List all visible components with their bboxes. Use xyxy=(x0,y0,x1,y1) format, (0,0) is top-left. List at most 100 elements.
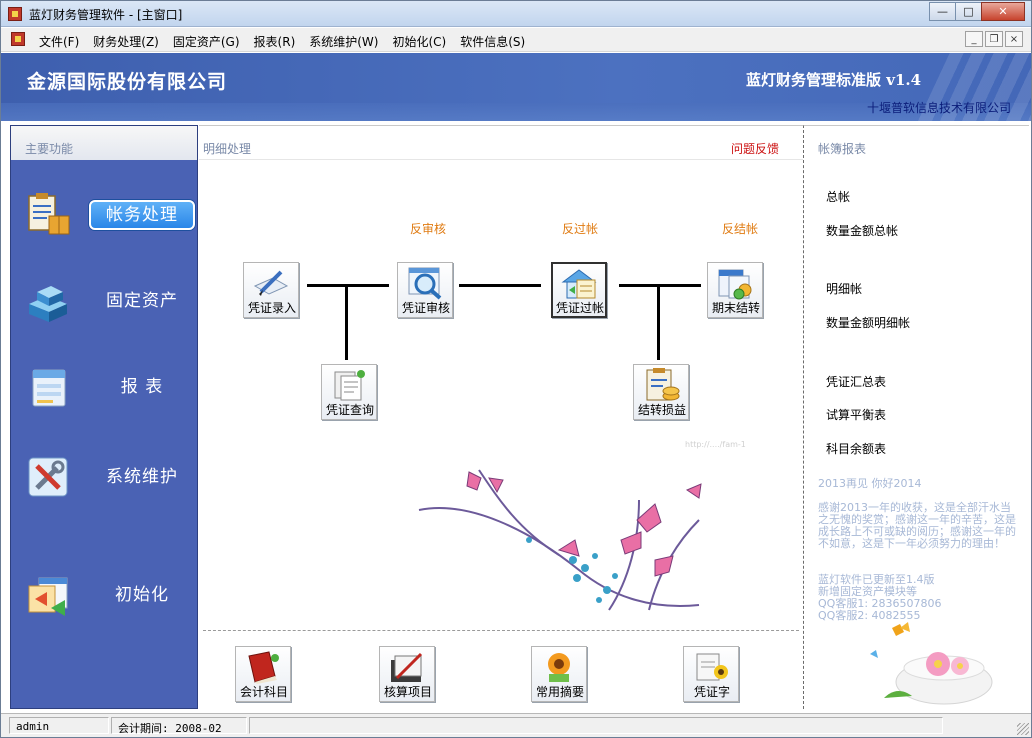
voucher-word-label: 凭证字 xyxy=(677,683,747,700)
link-detail-ledger[interactable]: 明细帐 xyxy=(826,280,862,297)
reverse-audit-link[interactable]: 反审核 xyxy=(410,220,446,237)
flow-connector xyxy=(657,284,660,360)
voucher-audit-label: 凭证审核 xyxy=(391,299,461,316)
pen-paper-icon xyxy=(251,266,291,300)
flow-connector xyxy=(619,284,701,287)
nav-init[interactable]: 初始化 xyxy=(11,566,197,626)
reverse-post-link[interactable]: 反过帐 xyxy=(562,220,598,237)
menu-about[interactable]: 软件信息(S) xyxy=(460,33,525,50)
period-close-label: 期末结转 xyxy=(701,299,771,316)
nav-fixed-assets-label: 固定资产 xyxy=(89,286,195,316)
voucher-entry-label: 凭证录入 xyxy=(237,299,307,316)
pen-folder-icon xyxy=(387,650,427,684)
profit-transfer-button[interactable]: 结转损益 xyxy=(633,364,691,422)
menu-reports[interactable]: 报表(R) xyxy=(254,33,296,50)
mdi-minimize-button[interactable]: _ xyxy=(965,31,983,47)
main-functions-panel: 主要功能 帐务处理 固定资产 xyxy=(10,125,198,709)
accounting-items-button[interactable]: 核算项目 xyxy=(379,646,437,704)
voucher-entry-button[interactable]: 凭证录入 xyxy=(243,262,301,320)
common-summary-label: 常用摘要 xyxy=(525,683,595,700)
nav-accounting-label: 帐务处理 xyxy=(89,200,195,230)
menu-finance[interactable]: 财务处理(Z) xyxy=(93,33,159,50)
nav-accounting[interactable]: 帐务处理 xyxy=(11,186,197,246)
status-user: admin xyxy=(9,717,109,734)
banner: 金源国际股份有限公司 蓝灯财务管理标准版 v1.4 十堰普软信息技术有限公司 xyxy=(1,53,1031,121)
link-voucher-summary[interactable]: 凭证汇总表 xyxy=(826,373,886,390)
reverse-close-link[interactable]: 反结帐 xyxy=(722,220,758,237)
menu-fixed-assets[interactable]: 固定资产(G) xyxy=(173,33,240,50)
detail-processing-panel: 明细处理 问题反馈 反审核 反过帐 反结帐 凭证录入 xyxy=(199,125,803,709)
title-bar[interactable]: 蓝灯财务管理软件 - [主窗口] — □ ✕ xyxy=(1,1,1031,27)
nav-fixed-assets[interactable]: 固定资产 xyxy=(11,272,197,332)
voucher-word-button[interactable]: 凭证字 xyxy=(683,646,741,704)
section-divider xyxy=(203,630,799,631)
nav-reports-label: 报 表 xyxy=(89,372,195,402)
common-summary-button[interactable]: 常用摘要 xyxy=(531,646,589,704)
watermark-text: http://..../fam-1 xyxy=(685,440,746,449)
period-close-button[interactable]: 期末结转 xyxy=(707,262,765,320)
menu-system[interactable]: 系统维护(W) xyxy=(309,33,378,50)
close-button[interactable]: ✕ xyxy=(981,2,1025,21)
status-bar: admin 会计期间: 2008-02 xyxy=(1,713,1031,737)
detail-heading-bar: 明细处理 问题反馈 xyxy=(199,126,803,160)
clipboard-coins-icon xyxy=(641,368,681,402)
flower-cup-decoration xyxy=(864,622,1014,708)
flow-connector xyxy=(345,284,348,360)
ledger-reports-panel: 帐簿报表 总帐 数量金额总帐 明细帐 数量金额明细帐 凭证汇总表 试算平衡表 科… xyxy=(803,125,1029,709)
voucher-post-button[interactable]: 凭证过帐 xyxy=(551,262,609,320)
sunflower-icon xyxy=(539,650,579,684)
vendor-name: 十堰普软信息技术有限公司 xyxy=(867,99,1011,116)
account-subjects-label: 会计科目 xyxy=(229,683,299,700)
news-title: 2013再见 你好2014 xyxy=(818,478,1018,490)
mdi-controls: _ ❐ × xyxy=(963,31,1023,47)
resize-grip[interactable] xyxy=(1017,723,1029,735)
link-qty-amount-general-ledger[interactable]: 数量金额总帐 xyxy=(826,222,898,239)
memo-flower-icon xyxy=(691,650,731,684)
flow-connector xyxy=(459,284,541,287)
tools-icon xyxy=(25,454,71,500)
red-book-icon xyxy=(243,650,283,684)
main-functions-heading: 主要功能 xyxy=(11,126,197,160)
nav-system-label: 系统维护 xyxy=(89,462,195,492)
window-title: 蓝灯财务管理软件 - [主窗口] xyxy=(29,6,182,23)
documents-icon xyxy=(329,368,369,402)
minimize-button[interactable]: — xyxy=(929,2,956,21)
status-message xyxy=(249,717,943,734)
app-icon xyxy=(8,7,22,21)
menu-init[interactable]: 初始化(C) xyxy=(392,33,446,50)
account-subjects-button[interactable]: 会计科目 xyxy=(235,646,293,704)
mdi-app-icon[interactable] xyxy=(11,32,25,46)
nav-init-label: 初始化 xyxy=(89,580,195,610)
ledger-reports-heading: 帐簿报表 xyxy=(818,140,866,157)
mdi-close-button[interactable]: × xyxy=(1005,31,1023,47)
news-qq2: QQ客服2: 4082555 xyxy=(818,610,1018,622)
status-period: 会计期间: 2008-02 xyxy=(111,717,247,734)
profit-transfer-label: 结转损益 xyxy=(627,401,697,418)
link-general-ledger[interactable]: 总帐 xyxy=(826,188,850,205)
menu-items: 文件(F) 财务处理(Z) 固定资产(G) 报表(R) 系统维护(W) 初始化(… xyxy=(39,33,539,50)
link-account-balance[interactable]: 科目余额表 xyxy=(826,440,886,457)
voucher-query-label: 凭证查询 xyxy=(315,401,385,418)
link-qty-amount-detail-ledger[interactable]: 数量金额明细帐 xyxy=(826,314,910,331)
link-trial-balance[interactable]: 试算平衡表 xyxy=(826,406,886,423)
feedback-link[interactable]: 问题反馈 xyxy=(731,140,779,157)
magnifier-icon xyxy=(405,266,445,300)
house-ledger-icon xyxy=(559,266,599,300)
window-controls: — □ ✕ xyxy=(930,2,1025,21)
news-body: 感谢2013一年的收获，这是全部汗水当之无愧的奖赏；感谢这一年的辛苦，这是成长路… xyxy=(818,502,1018,550)
flow-connector xyxy=(307,284,389,287)
voucher-post-label: 凭证过帐 xyxy=(545,299,615,316)
nav-reports[interactable]: 报 表 xyxy=(11,358,197,418)
main-window: 蓝灯财务管理软件 - [主窗口] — □ ✕ 文件(F) 财务处理(Z) 固定资… xyxy=(0,0,1032,738)
voucher-query-button[interactable]: 凭证查询 xyxy=(321,364,379,422)
report-icon xyxy=(25,364,71,410)
maximize-button[interactable]: □ xyxy=(955,2,982,21)
nav-system[interactable]: 系统维护 xyxy=(11,448,197,508)
product-name: 蓝灯财务管理标准版 v1.4 xyxy=(746,69,921,90)
flower-decoration xyxy=(409,460,759,620)
accounting-items-label: 核算项目 xyxy=(373,683,443,700)
menu-file[interactable]: 文件(F) xyxy=(39,33,79,50)
mdi-restore-button[interactable]: ❐ xyxy=(985,31,1003,47)
stacked-boxes-icon xyxy=(25,278,71,324)
voucher-audit-button[interactable]: 凭证审核 xyxy=(397,262,455,320)
